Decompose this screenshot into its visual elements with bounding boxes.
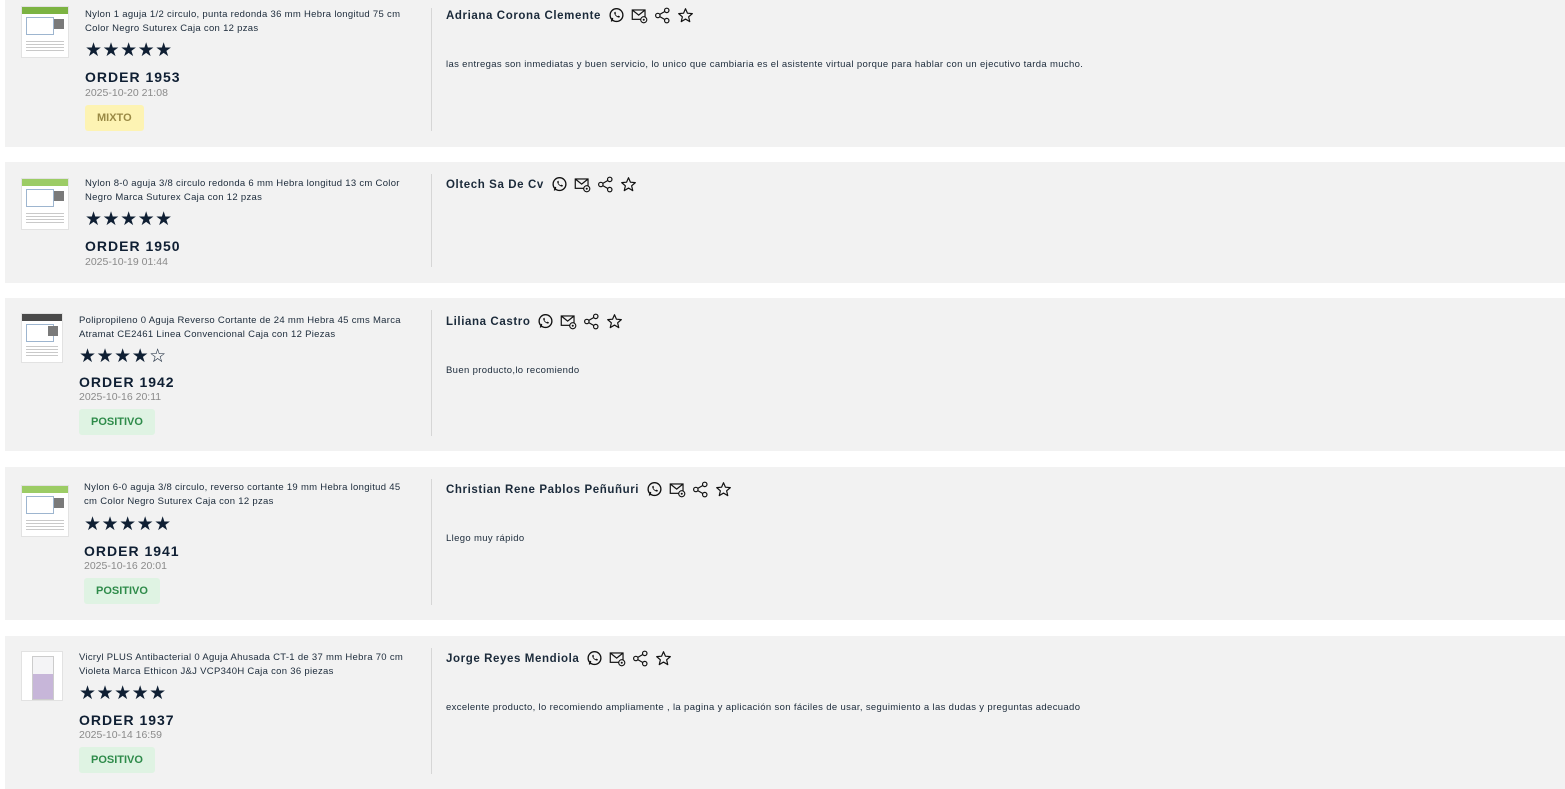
favorite-star-icon[interactable] [620, 176, 637, 193]
share-icon[interactable] [583, 313, 600, 330]
customer-row: Adriana Corona Clemente [446, 7, 700, 24]
product-thumbnail[interactable] [21, 313, 63, 363]
product-thumbnail[interactable] [21, 6, 69, 58]
product-panel: Nylon 8-0 aguja 3/8 circulo redonda 6 mm… [5, 162, 431, 283]
customer-row: Oltech Sa De Cv [446, 176, 643, 193]
divider [431, 8, 432, 131]
customer-row: Jorge Reyes Mendiola [446, 650, 678, 667]
whatsapp-icon[interactable] [608, 7, 625, 24]
review-comment: Llego muy rápido [446, 533, 525, 544]
whatsapp-icon[interactable] [537, 313, 554, 330]
favorite-star-icon[interactable] [606, 313, 623, 330]
product-title[interactable]: Nylon 1 aguja 1/2 circulo, punta redonda… [85, 8, 415, 35]
order-number[interactable]: ORDER 1950 [85, 238, 181, 254]
customer-name: Jorge Reyes Mendiola [446, 652, 580, 665]
product-panel: Polipropileno 0 Aguja Reverso Cortante d… [5, 298, 431, 451]
review-date: 2025-10-20 21:08 [85, 87, 168, 99]
divider [431, 479, 432, 605]
customer-name: Adriana Corona Clemente [446, 9, 602, 22]
rating-stars: ★★★★★ [85, 40, 173, 61]
whatsapp-icon[interactable] [646, 481, 663, 498]
review-card: Vicryl PLUS Antibacterial 0 Aguja Ahusad… [5, 636, 1565, 789]
sentiment-badge: POSITIVO [84, 578, 160, 604]
email-icon[interactable] [609, 650, 626, 667]
review-comment: las entregas son inmediatas y buen servi… [446, 59, 1084, 70]
product-panel: Nylon 6-0 aguja 3/8 circulo, reverso cor… [5, 467, 431, 620]
product-title[interactable]: Vicryl PLUS Antibacterial 0 Aguja Ahusad… [79, 651, 409, 678]
email-icon[interactable] [631, 7, 648, 24]
product-title[interactable]: Nylon 6-0 aguja 3/8 circulo, reverso cor… [84, 481, 414, 508]
share-icon[interactable] [632, 650, 649, 667]
review-card: Polipropileno 0 Aguja Reverso Cortante d… [5, 298, 1565, 451]
product-thumbnail[interactable] [21, 651, 63, 701]
review-card: Nylon 1 aguja 1/2 circulo, punta redonda… [5, 0, 1565, 147]
sentiment-badge: POSITIVO [79, 409, 155, 435]
divider [431, 174, 432, 267]
order-number[interactable]: ORDER 1941 [84, 543, 180, 559]
email-icon[interactable] [669, 481, 686, 498]
favorite-star-icon[interactable] [655, 650, 672, 667]
review-date: 2025-10-16 20:11 [79, 391, 162, 403]
product-title[interactable]: Polipropileno 0 Aguja Reverso Cortante d… [79, 314, 409, 341]
rating-stars: ★★★★★ [85, 209, 173, 230]
order-number[interactable]: ORDER 1942 [79, 374, 175, 390]
divider [431, 310, 432, 436]
customer-row: Christian Rene Pablos Peñuñuri [446, 481, 738, 498]
review-comment: excelente producto, lo recomiendo amplia… [446, 702, 1081, 713]
review-date: 2025-10-14 16:59 [79, 729, 162, 741]
email-icon[interactable] [574, 176, 591, 193]
share-icon[interactable] [692, 481, 709, 498]
favorite-star-icon[interactable] [715, 481, 732, 498]
product-panel: Nylon 1 aguja 1/2 circulo, punta redonda… [5, 0, 431, 147]
order-number[interactable]: ORDER 1953 [85, 69, 181, 85]
rating-stars: ★★★★★ [84, 514, 172, 535]
sentiment-badge: MIXTO [85, 105, 144, 131]
whatsapp-icon[interactable] [586, 650, 603, 667]
product-thumbnail[interactable] [21, 485, 69, 537]
share-icon[interactable] [597, 176, 614, 193]
rating-stars: ★★★★★ [79, 683, 167, 704]
customer-name: Liliana Castro [446, 315, 531, 328]
order-number[interactable]: ORDER 1937 [79, 712, 175, 728]
rating-stars: ★★★★☆ [79, 346, 167, 367]
review-comment: Buen producto,lo recomiendo [446, 365, 580, 376]
sentiment-badge: POSITIVO [79, 747, 155, 773]
product-thumbnail[interactable] [21, 178, 69, 230]
review-date: 2025-10-19 01:44 [85, 256, 168, 268]
review-date: 2025-10-16 20:01 [84, 560, 167, 572]
review-card: Nylon 6-0 aguja 3/8 circulo, reverso cor… [5, 467, 1565, 620]
customer-name: Oltech Sa De Cv [446, 178, 544, 191]
email-icon[interactable] [560, 313, 577, 330]
favorite-star-icon[interactable] [677, 7, 694, 24]
product-panel: Vicryl PLUS Antibacterial 0 Aguja Ahusad… [5, 636, 431, 789]
divider [431, 648, 432, 774]
customer-name: Christian Rene Pablos Peñuñuri [446, 483, 640, 496]
whatsapp-icon[interactable] [551, 176, 568, 193]
review-card: Nylon 8-0 aguja 3/8 circulo redonda 6 mm… [5, 162, 1565, 283]
customer-row: Liliana Castro [446, 313, 629, 330]
product-title[interactable]: Nylon 8-0 aguja 3/8 circulo redonda 6 mm… [85, 177, 415, 204]
share-icon[interactable] [654, 7, 671, 24]
